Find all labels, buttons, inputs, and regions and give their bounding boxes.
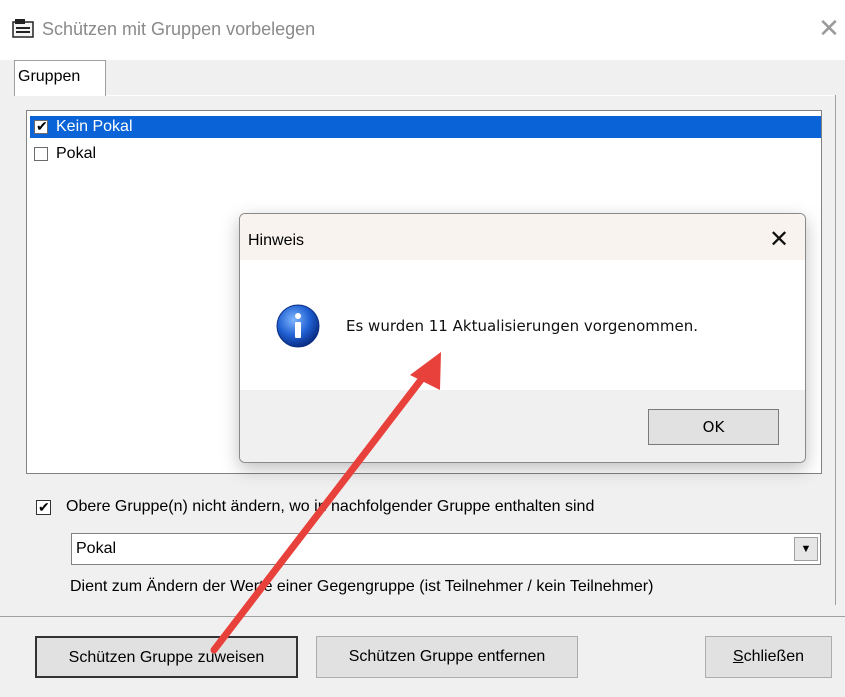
dialog-message: Es wurden 11 Aktualisierungen vorgenomme… — [346, 317, 699, 335]
list-item-pokal[interactable]: Pokal — [30, 143, 821, 165]
ok-button[interactable]: OK — [648, 409, 779, 445]
list-item-label: Pokal — [56, 145, 97, 162]
close-button-mnemonic: S — [732, 648, 744, 665]
pokal-checkbox[interactable] — [34, 147, 48, 161]
close-button[interactable]: Schließen — [705, 636, 832, 678]
list-item-label: Kein Pokal — [56, 118, 133, 135]
dialog-close-button[interactable]: ✕ — [764, 226, 794, 254]
footer-separator — [0, 616, 845, 617]
window-title: Schützen mit Gruppen vorbelegen — [42, 19, 316, 39]
list-item-kein-pokal[interactable]: ✔ Kein Pokal — [30, 116, 821, 138]
keep-upper-label: Obere Gruppe(n) nicht ändern, wo in nach… — [66, 498, 595, 515]
group-select[interactable]: Pokal ▼ — [71, 533, 821, 565]
dialog-title-bar: Hinweis ✕ — [240, 214, 805, 260]
keep-upper-checkbox[interactable]: ✔ — [36, 499, 51, 515]
close-button-label: chließen — [743, 648, 805, 665]
dialog-title: Hinweis — [248, 232, 305, 249]
tab-gruppen[interactable]: Gruppen — [14, 60, 106, 96]
app-icon — [12, 19, 34, 38]
group-select-value: Pokal — [76, 540, 117, 557]
info-icon — [276, 304, 320, 348]
checkmark-icon: ✔ — [36, 118, 48, 134]
window-close-button[interactable]: ✕ — [816, 14, 842, 42]
checkmark-icon: ✔ — [38, 499, 50, 515]
hint-text: Dient zum Ändern der Werte einer Gegengr… — [70, 578, 654, 595]
assign-group-button[interactable]: Schützen Gruppe zuweisen — [35, 636, 298, 678]
remove-group-button[interactable]: Schützen Gruppe entfernen — [316, 636, 578, 678]
title-bar: Schützen mit Gruppen vorbelegen ✕ — [0, 0, 845, 60]
tab-gruppen-label: Gruppen — [18, 68, 81, 85]
kein-pokal-checkbox[interactable]: ✔ — [34, 118, 48, 134]
dropdown-arrow-icon[interactable]: ▼ — [794, 537, 818, 561]
tab-divider — [106, 95, 834, 96]
info-dialog: Hinweis ✕ Es wurden 11 Aktualisierungen … — [239, 213, 806, 463]
